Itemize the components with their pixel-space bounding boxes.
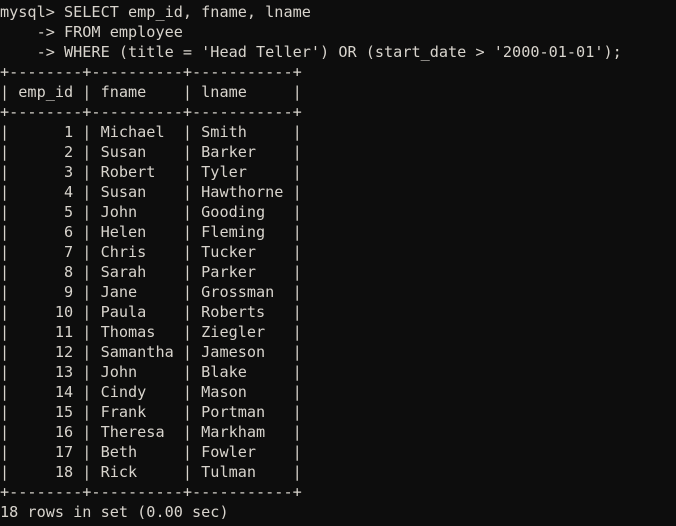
table-row: | 8 | Sarah | Parker |	[0, 263, 302, 281]
table-row: | 16 | Theresa | Markham |	[0, 423, 302, 441]
table-border-top: +--------+----------+-----------+	[0, 63, 302, 81]
table-row: | 2 | Susan | Barker |	[0, 143, 302, 161]
table-row: | 11 | Thomas | Ziegler |	[0, 323, 302, 341]
table-row: | 4 | Susan | Hawthorne |	[0, 183, 302, 201]
table-row: | 13 | John | Blake |	[0, 363, 302, 381]
table-row: | 7 | Chris | Tucker |	[0, 243, 302, 261]
terminal-window[interactable]: mysql> SELECT emp_id, fname, lname -> FR…	[0, 0, 676, 526]
table-row: | 9 | Jane | Grossman |	[0, 283, 302, 301]
status-line: 18 rows in set (0.00 sec)	[0, 503, 229, 521]
query-line-from: -> FROM employee	[0, 23, 183, 41]
table-row: | 5 | John | Gooding |	[0, 203, 302, 221]
table-row: | 17 | Beth | Fowler |	[0, 443, 302, 461]
table-border-bottom: +--------+----------+-----------+	[0, 483, 302, 501]
query-line-where: -> WHERE (title = 'Head Teller') OR (sta…	[0, 43, 622, 61]
table-header-row: | emp_id | fname | lname |	[0, 83, 302, 101]
table-row: | 3 | Robert | Tyler |	[0, 163, 302, 181]
table-row: | 10 | Paula | Roberts |	[0, 303, 302, 321]
table-row: | 18 | Rick | Tulman |	[0, 463, 302, 481]
table-border-header: +--------+----------+-----------+	[0, 103, 302, 121]
table-row: | 1 | Michael | Smith |	[0, 123, 302, 141]
table-row: | 6 | Helen | Fleming |	[0, 223, 302, 241]
query-line-select: mysql> SELECT emp_id, fname, lname	[0, 3, 311, 21]
table-row: | 12 | Samantha | Jameson |	[0, 343, 302, 361]
table-row: | 14 | Cindy | Mason |	[0, 383, 302, 401]
table-row: | 15 | Frank | Portman |	[0, 403, 302, 421]
